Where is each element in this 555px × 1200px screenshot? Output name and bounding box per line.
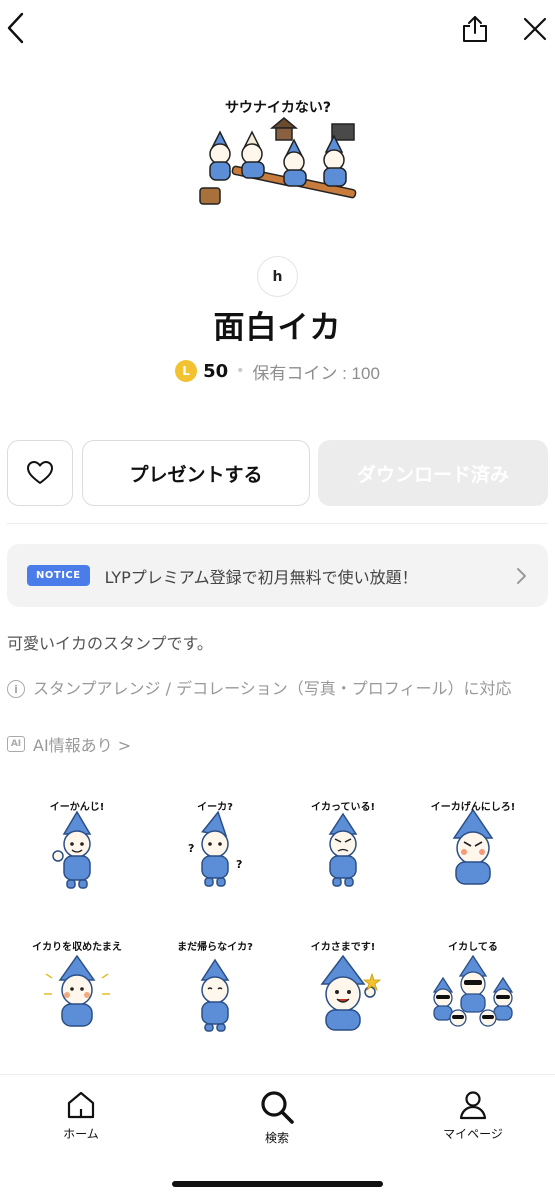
sticker-caption: イーカげんにしろ!: [430, 802, 516, 813]
sticker-caption: イカっている!: [310, 802, 376, 813]
sticker-title: 面白イカ: [213, 310, 342, 346]
notice-banner[interactable]: NOTICE LYPプレミアム登録で初月無料で使い放題！: [7, 544, 548, 607]
share-button[interactable]: [456, 10, 494, 48]
description: 可愛いイカのスタンプです。: [7, 634, 213, 653]
divider: [7, 523, 548, 524]
price-row: L 50 • 保有コイン : 100: [0, 356, 555, 386]
close-button[interactable]: [516, 10, 554, 48]
notice-badge: NOTICE: [27, 565, 90, 586]
sticker-caption: イーカ?: [197, 802, 233, 813]
search-icon: [261, 1091, 294, 1124]
top-bar: [0, 0, 555, 58]
price-value: 50: [203, 360, 229, 382]
sticker-item[interactable]: まだ帰らなイカ?: [160, 934, 270, 1044]
sticker-caption: まだ帰らなイカ?: [177, 942, 253, 953]
sticker-item[interactable]: イカしてる: [418, 934, 528, 1044]
owned-coins: 保有コイン : 100: [252, 363, 380, 383]
ai-info-link[interactable]: AI AI情報あり >: [7, 732, 131, 756]
action-buttons: プレゼントする ダウンロード済み: [7, 440, 548, 506]
home-indicator: [172, 1181, 383, 1187]
sticker-item[interactable]: イーカ? ? ?: [160, 794, 270, 904]
nav-home-label: ホーム: [63, 1127, 99, 1141]
notice-text: LYPプレミアム登録で初月無料で使い放題！: [104, 567, 418, 587]
coin-icon: L: [175, 360, 198, 382]
sticker-item[interactable]: イカさまです!: [288, 934, 398, 1044]
hero-caption: サウナイカない?: [225, 100, 331, 116]
nav-home[interactable]: ホーム: [26, 1089, 136, 1142]
present-button[interactable]: プレゼントする: [82, 440, 310, 506]
svg-text:?: ?: [236, 858, 242, 871]
nav-search[interactable]: 検索: [222, 1089, 332, 1146]
chevron-right-icon: [506, 567, 536, 585]
author-avatar[interactable]: h: [257, 256, 298, 297]
chevron-left-icon: [7, 12, 24, 44]
close-icon: [523, 17, 547, 41]
nav-mypage[interactable]: マイページ: [418, 1089, 528, 1142]
share-icon: [463, 16, 487, 42]
sticker-caption: イーかんじ!: [49, 802, 105, 813]
ai-info-text: AI情報あり >: [33, 736, 132, 755]
main-sticker-image: サウナイカない?: [192, 90, 364, 214]
ai-icon: AI: [7, 736, 25, 752]
heart-icon: [27, 461, 53, 484]
separator-dot: •: [236, 363, 245, 379]
info-icon: i: [7, 680, 25, 698]
feature-info-text: スタンプアレンジ / デコレーション（写真・プロフィール）に対応: [33, 679, 512, 698]
sticker-caption: イカさまです!: [310, 942, 376, 953]
home-icon: [67, 1091, 95, 1119]
nav-search-label: 検索: [264, 1131, 289, 1145]
sticker-item[interactable]: イカっている!: [288, 794, 398, 904]
back-button[interactable]: [0, 8, 30, 48]
sticker-item[interactable]: イーかんじ!: [22, 794, 132, 904]
feature-info: i スタンプアレンジ / デコレーション（写真・プロフィール）に対応: [7, 678, 548, 700]
sticker-caption: イカりを収めたまえ: [32, 942, 122, 953]
sauna-squids-illustration: サウナイカない?: [199, 100, 357, 205]
sticker-item[interactable]: イーカげんにしろ!: [418, 794, 528, 904]
sticker-item[interactable]: イカりを収めたまえ: [22, 934, 132, 1044]
person-icon: [459, 1091, 487, 1120]
download-button: ダウンロード済み: [318, 440, 548, 506]
nav-mypage-label: マイページ: [443, 1127, 503, 1141]
sticker-caption: イカしてる: [448, 942, 498, 953]
favorite-button[interactable]: [7, 440, 73, 506]
svg-text:?: ?: [188, 842, 194, 855]
